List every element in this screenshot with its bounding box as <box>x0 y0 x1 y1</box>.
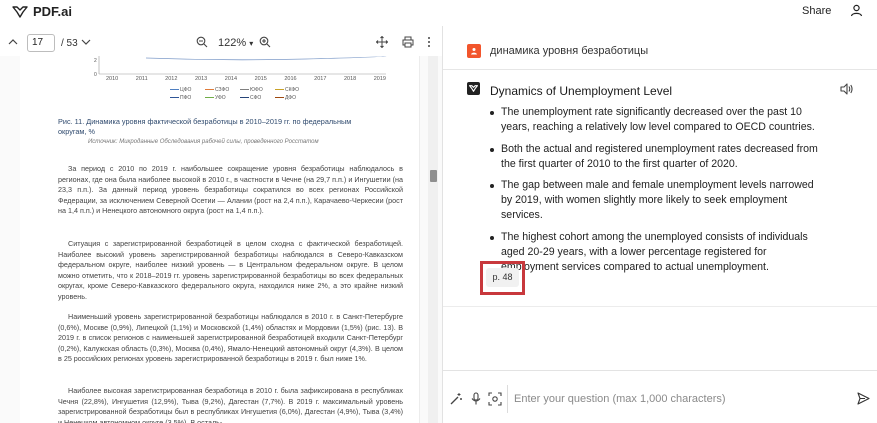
chart-axis-tick: 0 <box>94 72 97 78</box>
chart-year-label: 2010 <box>106 76 119 82</box>
magic-wand-icon[interactable] <box>449 392 463 406</box>
chat-document-title: динамика уровня безработицы <box>490 45 649 57</box>
answer-title: Dynamics of Unemployment Level <box>490 84 673 98</box>
app-name: PDF.ai <box>33 4 73 19</box>
document-paragraph: Ситуация с зарегистрированной безработиц… <box>58 239 403 301</box>
pdf-document-area: 2 0 2010 2011 2012 2013 2014 2015 2016 2… <box>0 56 442 423</box>
chart-year-label: 2016 <box>284 76 297 82</box>
chart-year-label: 2015 <box>254 76 267 82</box>
move-icon[interactable] <box>374 34 390 50</box>
question-input[interactable] <box>507 385 877 413</box>
logo-icon <box>12 5 28 18</box>
chart-year-label: 2019 <box>373 76 386 82</box>
document-paragraph: За период с 2010 по 2019 г. наибольшее с… <box>58 164 403 215</box>
legend-item: ЮФО <box>240 87 275 93</box>
print-icon[interactable] <box>400 34 416 50</box>
legend-item: УФО <box>205 95 240 101</box>
screenshot-icon[interactable] <box>488 392 502 406</box>
chevron-down-icon[interactable] <box>78 34 94 50</box>
answer-bullet: Both the actual and registered unemploym… <box>490 142 821 172</box>
zoom-in-icon[interactable] <box>257 34 273 50</box>
zoom-out-icon[interactable] <box>194 34 210 50</box>
pdfai-avatar-icon <box>467 82 480 95</box>
microphone-icon[interactable] <box>469 392 483 406</box>
zoom-level-select[interactable]: 122% ▾ <box>218 37 253 49</box>
chat-header: динамика уровня безработицы <box>443 30 877 70</box>
chart-legend: ЦФО СЗФО ЮФО СКФО ПФО УФО СФО ДФО <box>170 87 310 101</box>
answer-bullet: The gap between male and female unemploy… <box>490 178 821 223</box>
app-logo[interactable]: PDF.ai <box>12 4 72 19</box>
figure-source: Источник: Микроданные Обследования рабоч… <box>88 139 319 145</box>
chevron-up-icon[interactable] <box>5 34 21 50</box>
legend-item: СКФО <box>275 87 310 93</box>
document-scrollbar-thumb[interactable] <box>430 170 437 182</box>
pdf-viewer-toolbar: 17 / 53 122% ▾ <box>0 30 442 56</box>
page-total: / 53 <box>61 38 78 49</box>
answer-divider <box>443 306 877 307</box>
figure-caption: Рис. 11. Динамика уровня фактической без… <box>58 117 358 137</box>
page-reference-button[interactable]: p. 48 <box>486 268 519 287</box>
pdf-page: 2 0 2010 2011 2012 2013 2014 2015 2016 2… <box>20 56 420 423</box>
figure-title: Динамика уровня фактической безработицы … <box>58 117 352 136</box>
document-icon <box>467 44 481 58</box>
answer-bullet: The highest cohort among the unemployed … <box>490 230 821 275</box>
figure-number: Рис. 11. <box>58 117 85 126</box>
legend-item: ПФО <box>170 95 205 101</box>
speaker-icon[interactable] <box>840 82 854 100</box>
top-bar: PDF.ai Share <box>0 0 877 26</box>
panel-divider[interactable] <box>442 26 443 423</box>
chart-year-label: 2017 <box>314 76 327 82</box>
more-options-icon[interactable] <box>421 34 437 50</box>
legend-item: ДФО <box>275 95 310 101</box>
send-icon[interactable] <box>857 392 870 410</box>
answer-bullet: The unemployment rate significantly decr… <box>490 105 821 135</box>
document-paragraph: Наименьший уровень зарегистрированной бе… <box>58 312 403 363</box>
chart-year-label: 2011 <box>135 76 148 82</box>
chart-year-label: 2013 <box>194 76 208 82</box>
legend-item: СЗФО <box>205 87 240 93</box>
chart-year-label: 2018 <box>343 76 357 82</box>
zoom-value: 122% <box>218 37 247 49</box>
share-button[interactable]: Share <box>802 5 831 17</box>
chart-year-label: 2012 <box>165 76 178 82</box>
chart-axis-tick: 2 <box>94 58 97 64</box>
caret-down-icon: ▾ <box>249 39 254 48</box>
chart-x-axis: 2010 2011 2012 2013 2014 2015 2016 2017 … <box>106 76 386 82</box>
page-number-input[interactable]: 17 <box>27 34 55 52</box>
document-paragraph: Наиболее высокая зарегистрированная безр… <box>58 386 403 423</box>
legend-item: ЦФО <box>170 87 205 93</box>
answer-bullet-list: The unemployment rate significantly decr… <box>490 105 821 281</box>
user-account-icon[interactable] <box>850 4 863 22</box>
document-scrollbar[interactable] <box>428 56 438 423</box>
chart-year-label: 2014 <box>224 76 238 82</box>
legend-item: СФО <box>240 95 275 101</box>
